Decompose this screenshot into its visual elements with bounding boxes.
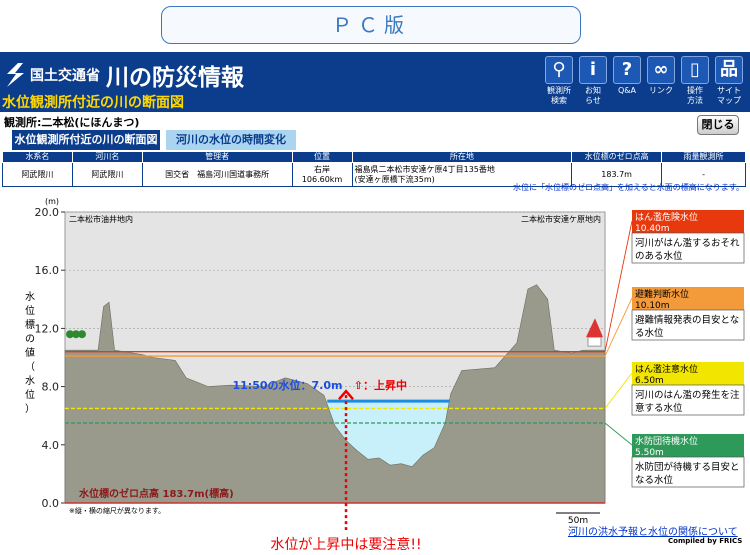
threshold-connector <box>604 220 633 352</box>
threshold-name: 避難判断水位 <box>635 288 689 300</box>
compiled-by: Compiled by FRICS <box>668 537 743 545</box>
flood-forecast-link[interactable]: 河川の洪水予報と水位の関係について <box>568 523 738 538</box>
threshold-value: 6.50m <box>635 376 664 386</box>
y-axis-label: ） <box>25 403 35 415</box>
threshold-value: 10.10m <box>635 301 670 311</box>
y-axis-label: 値 <box>25 346 35 359</box>
y-tick-label: 0.0 <box>42 497 60 510</box>
y-axis-label: の <box>25 334 35 345</box>
threshold-value: 10.40m <box>635 224 670 234</box>
threshold-connector <box>604 422 633 446</box>
y-unit-label: (m) <box>45 197 59 206</box>
threshold-name: はん濫注意水位 <box>635 363 698 375</box>
rising-warning-text: 水位が上昇中は要注意!! <box>270 536 421 553</box>
tree-icon <box>78 330 86 339</box>
threshold-connector <box>604 297 633 357</box>
threshold-connector <box>604 372 633 409</box>
y-axis-label: 位 <box>25 304 35 317</box>
threshold-desc: 河川のはん濫の発生を注 <box>635 389 740 401</box>
y-tick-label: 4.0 <box>42 439 60 452</box>
y-axis-label: 位 <box>25 388 35 401</box>
y-tick-label: 20.0 <box>35 206 60 219</box>
y-tick-label: 16.0 <box>35 264 60 277</box>
zero-point-label: 水位標のゼロ点高 183.7m(標高) <box>78 487 234 500</box>
scale-note: ※縦・横の縮尺が異なります。 <box>69 506 165 515</box>
y-axis-label: 水 <box>25 375 35 387</box>
threshold-value: 5.50m <box>635 448 664 458</box>
threshold-desc: 水防団が待機する目安と <box>635 461 740 473</box>
threshold-desc: 避難情報発表の目安とな <box>635 314 739 326</box>
left-bank-place: 二本松市油井地内 <box>69 214 133 224</box>
threshold-desc: 河川がはん濫するおそれ <box>635 237 740 249</box>
threshold-desc: る水位 <box>635 327 664 339</box>
y-tick-label: 12.0 <box>35 322 60 335</box>
right-bank-place: 二本松市安達ケ原地内 <box>521 214 601 224</box>
y-axis-label: 標 <box>25 318 35 331</box>
threshold-name: はん濫危険水位 <box>635 211 698 223</box>
threshold-desc: なる水位 <box>635 474 674 486</box>
y-axis-label: （ <box>25 361 35 373</box>
y-tick-label: 8.0 <box>42 381 60 394</box>
threshold-desc: のある水位 <box>635 250 683 262</box>
y-axis-label: 水 <box>25 291 35 303</box>
current-level-label: 11:50の水位：7.0m <box>233 378 343 392</box>
threshold-desc: 意する水位 <box>635 402 683 414</box>
rising-trend-label: ⇧：上昇中 <box>354 378 407 392</box>
cross-section-chart: 0.04.08.012.016.020.0(m)水位標の値（水位）二本松市油井地… <box>25 197 745 553</box>
threshold-name: 水防団待機水位 <box>635 435 698 447</box>
house-icon <box>587 336 602 347</box>
